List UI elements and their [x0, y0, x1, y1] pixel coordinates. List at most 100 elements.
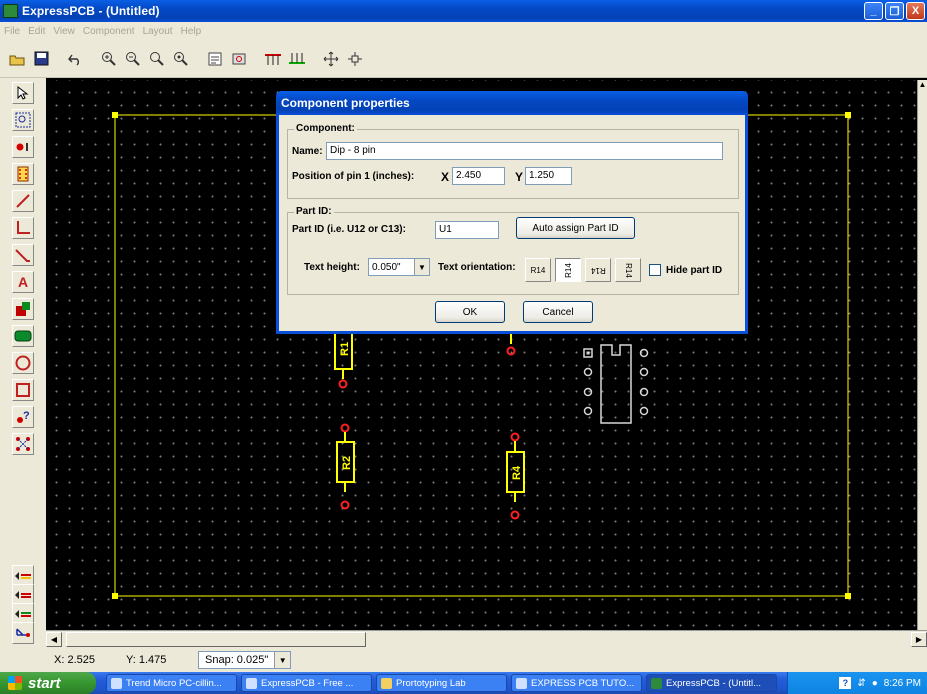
system-tray: ? ⇵ ● 8:26 PM [787, 672, 927, 694]
orientation-90-button[interactable]: R14 [555, 258, 581, 282]
place-component-icon[interactable] [12, 163, 34, 185]
x-label: X [441, 170, 450, 184]
dip-8-component [583, 344, 649, 424]
taskbar-item[interactable]: Prortotyping Lab [376, 674, 507, 692]
trace-diagonal-icon[interactable] [12, 244, 34, 266]
restore-button[interactable]: ❐ [885, 2, 904, 20]
r1-label: R1 [339, 342, 351, 356]
chevron-down-icon[interactable]: ▼ [414, 259, 429, 275]
network-icon[interactable]: ⇵ [857, 678, 865, 689]
trace-icon[interactable] [12, 190, 34, 212]
menu-file[interactable]: File [4, 26, 20, 37]
snap-value: Snap: 0.025" [205, 654, 269, 666]
vertical-scrollbar[interactable]: ▲ [917, 80, 927, 630]
internet-explorer-icon [246, 677, 257, 689]
name-field[interactable]: Dip - 8 pin [326, 142, 723, 160]
orientation-180-button[interactable]: R14 [585, 258, 611, 282]
taskbar-item[interactable]: ExpressPCB - Free ... [241, 674, 372, 692]
window-titlebar[interactable]: ExpressPCB - (Untitled) _ ❐ X [0, 0, 927, 22]
filled-rect-icon[interactable] [12, 298, 34, 320]
tool-palette: A ? [0, 78, 46, 678]
ok-button[interactable]: OK [435, 301, 505, 323]
dialog-title[interactable]: Component properties [276, 91, 748, 115]
windows-taskbar: start Trend Micro PC-cillin... ExpressPC… [0, 672, 927, 694]
antivirus-icon[interactable]: ● [872, 678, 878, 689]
horizontal-scroll-thumb[interactable] [66, 632, 366, 647]
open-icon[interactable] [6, 48, 28, 70]
status-y-coordinate: Y: 1.475 [126, 654, 167, 666]
y-label: Y [515, 170, 524, 184]
trend-micro-icon [111, 677, 122, 689]
zoom-prev-icon[interactable] [170, 48, 192, 70]
top-layer-icon[interactable] [262, 48, 284, 70]
menu-help[interactable]: Help [181, 26, 202, 37]
undo-icon[interactable] [64, 48, 86, 70]
layer-select-icon[interactable] [12, 622, 34, 644]
hide-partid-checkbox[interactable] [649, 264, 661, 276]
y-field[interactable]: 1.250 [525, 167, 572, 185]
select-arrow-icon[interactable] [12, 82, 34, 104]
menu-view[interactable]: View [53, 26, 75, 37]
window-title: ExpressPCB - (Untitled) [22, 4, 160, 18]
scroll-left-icon[interactable]: ◀ [46, 632, 62, 647]
close-button[interactable]: X [906, 2, 925, 20]
zoom-in-icon[interactable] [98, 48, 120, 70]
taskbar-item[interactable]: ExpressPCB - (Untitl... [646, 674, 777, 692]
ground-plane-icon[interactable] [12, 325, 34, 347]
start-button[interactable]: start [0, 672, 96, 694]
orientation-180-label: R14 [590, 265, 606, 275]
orientation-270-button[interactable]: R14 [615, 258, 641, 282]
minimize-button[interactable]: _ [864, 2, 883, 20]
orientation-0-button[interactable]: R14 [525, 258, 551, 282]
text-height-select[interactable]: 0.050" ▼ [368, 258, 430, 276]
circle-icon[interactable] [12, 352, 34, 374]
zoom-fit-icon[interactable] [146, 48, 168, 70]
menu-edit[interactable]: Edit [28, 26, 45, 37]
scroll-right-icon[interactable]: ▶ [911, 632, 927, 647]
toolbar [0, 40, 927, 78]
cancel-button[interactable]: Cancel [523, 301, 593, 323]
word-document-icon [516, 677, 527, 689]
zoom-region-icon[interactable] [12, 109, 34, 131]
windows-logo-icon [8, 676, 22, 690]
move-icon[interactable] [320, 48, 342, 70]
taskbar-item[interactable]: Trend Micro PC-cillin... [106, 674, 237, 692]
position-label: Position of pin 1 (inches): [292, 171, 415, 182]
bottom-layer-icon[interactable] [286, 48, 308, 70]
orientation-0-label: R14 [530, 265, 546, 275]
partid-label: Part ID (i.e. U12 or C13): [292, 224, 406, 235]
r4-label: R4 [511, 465, 523, 480]
text-height-value: 0.050" [372, 261, 401, 273]
pad-icon[interactable] [228, 48, 250, 70]
x-field[interactable]: 2.450 [452, 167, 505, 185]
chevron-down-icon[interactable]: ▼ [274, 652, 291, 668]
snap-select[interactable]: Snap: 0.025" ▼ [198, 651, 292, 669]
taskbar-item-label: EXPRESS PCB TUTO... [531, 677, 635, 689]
move-all-icon[interactable] [344, 48, 366, 70]
menu-layout[interactable]: Layout [143, 26, 173, 37]
partid-field[interactable]: U1 [435, 221, 499, 239]
place-pad-icon[interactable] [12, 136, 34, 158]
orientation-90-label: R14 [563, 262, 573, 278]
horizontal-scrollbar[interactable]: ◀ ▶ [46, 630, 927, 648]
expresspcb-app-icon [3, 4, 18, 18]
taskbar-item[interactable]: EXPRESS PCB TUTO... [511, 674, 642, 692]
rectangle-icon[interactable] [12, 379, 34, 401]
connect-icon[interactable] [12, 433, 34, 455]
svg-text:?: ? [23, 410, 30, 422]
properties-icon[interactable] [204, 48, 226, 70]
help-icon[interactable]: ? [839, 677, 852, 689]
clock[interactable]: 8:26 PM [884, 678, 921, 689]
status-bar: X: 2.525 Y: 1.475 Snap: 0.025" ▼ [0, 648, 927, 672]
expresspcb-app-icon [651, 677, 662, 689]
trace-corner-icon[interactable] [12, 217, 34, 239]
text-icon[interactable]: A [12, 271, 34, 293]
menu-component[interactable]: Component [83, 26, 135, 37]
zoom-out-icon[interactable] [122, 48, 144, 70]
name-label: Name: [292, 146, 323, 157]
start-label: start [28, 674, 61, 692]
auto-assign-partid-button[interactable]: Auto assign Part ID [516, 217, 635, 239]
query-pad-icon[interactable]: ? [12, 406, 34, 428]
scroll-up-icon[interactable]: ▲ [918, 80, 927, 89]
save-icon[interactable] [30, 48, 52, 70]
